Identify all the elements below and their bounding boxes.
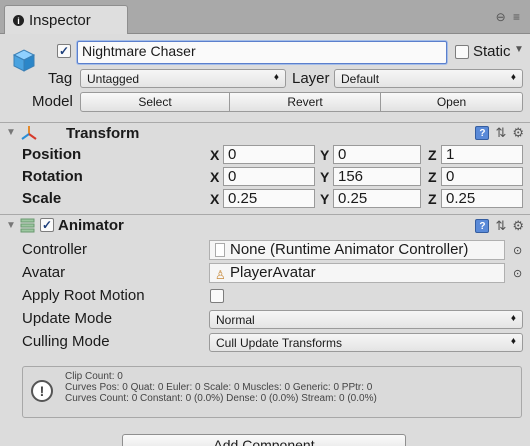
culling-mode-label: Culling Mode [22, 333, 110, 350]
culling-mode-dropdown[interactable]: Cull Update Transforms ♦ [209, 333, 523, 352]
model-open-button[interactable]: Open [380, 92, 523, 112]
rotation-label: Rotation [22, 168, 83, 185]
avatar-picker-icon[interactable]: ⊙ [513, 267, 522, 280]
info-line-curves-pos: Curves Pos: 0 Quat: 0 Euler: 0 Scale: 0 … [65, 382, 373, 393]
gameobject-cube-icon [10, 46, 38, 74]
object-name-field[interactable]: Nightmare Chaser [77, 41, 447, 64]
transform-help-icon[interactable]: ? [475, 126, 490, 140]
info-icon: i [13, 15, 24, 26]
controller-file-icon [215, 243, 225, 257]
layer-dropdown-arrow-icon: ♦ [510, 72, 516, 83]
position-label: Position [22, 146, 82, 163]
transform-title: Transform [66, 125, 140, 142]
animator-header[interactable]: ▼ ✓ Animator ? ⇅ ⚙ [0, 214, 530, 234]
update-mode-dropdown[interactable]: Normal ♦ [209, 310, 523, 329]
culling-mode-arrow-icon: ♦ [510, 336, 516, 347]
scale-y-axis: Y [320, 191, 330, 207]
culling-mode-value: Cull Update Transforms [216, 336, 343, 350]
position-x-field[interactable]: 0 [223, 145, 315, 164]
model-revert-button[interactable]: Revert [229, 92, 381, 112]
position-z-field[interactable]: 1 [441, 145, 523, 164]
tab-inspector[interactable]: i Inspector [4, 5, 128, 35]
rotation-x-axis: X [210, 169, 220, 185]
animator-help-icon[interactable]: ? [475, 219, 490, 233]
tag-dropdown[interactable]: Untagged ♦ [80, 69, 286, 88]
scale-z-axis: Z [428, 191, 437, 207]
avatar-person-icon: ♙ [215, 268, 226, 282]
model-label: Model [32, 93, 73, 110]
scale-label: Scale [22, 190, 62, 207]
info-text: Clip Count: 0 Curves Pos: 0 Quat: 0 Eule… [65, 371, 377, 404]
animator-enabled-checkbox[interactable]: ✓ [40, 218, 54, 232]
add-component-button[interactable]: Add Component [122, 434, 406, 446]
controller-value: None (Runtime Animator Controller) [230, 241, 469, 258]
tag-label: Tag [48, 70, 73, 87]
rotation-x-field[interactable]: 0 [223, 167, 315, 186]
avatar-field[interactable]: ♙ PlayerAvatar [209, 263, 505, 283]
layer-value: Default [341, 72, 380, 86]
inspector-tabbar: i Inspector ⊖ ≡ [0, 0, 530, 35]
transform-presets-icon[interactable]: ⇅ [495, 125, 506, 141]
position-z-axis: Z [428, 147, 437, 163]
static-label: Static [473, 43, 511, 60]
scale-y-field[interactable]: 0.25 [333, 189, 421, 208]
controller-picker-icon[interactable]: ⊙ [513, 244, 522, 257]
rotation-y-axis: Y [320, 169, 330, 185]
scale-z-field[interactable]: 0.25 [441, 189, 523, 208]
animator-component-icon [20, 217, 36, 236]
update-mode-value: Normal [216, 313, 255, 327]
tag-dropdown-arrow-icon: ♦ [273, 72, 279, 83]
alert-icon: ! [31, 380, 53, 402]
avatar-label: Avatar [22, 264, 66, 281]
transform-axes-icon [20, 124, 38, 145]
layer-dropdown[interactable]: Default ♦ [334, 69, 523, 88]
update-mode-label: Update Mode [22, 310, 113, 327]
avatar-value: PlayerAvatar [230, 264, 316, 281]
position-x-axis: X [210, 147, 220, 163]
animator-presets-icon[interactable]: ⇅ [495, 218, 506, 234]
controller-label: Controller [22, 241, 88, 258]
animator-foldout-icon[interactable]: ▼ [6, 220, 16, 231]
apply-root-motion-checkbox[interactable] [210, 289, 224, 303]
animator-title: Animator [58, 217, 124, 234]
position-y-axis: Y [320, 147, 330, 163]
tag-value: Untagged [87, 72, 140, 86]
model-select-button[interactable]: Select [80, 92, 230, 112]
animator-gear-icon[interactable]: ⚙ [512, 218, 524, 234]
info-line-clip-count: Clip Count: 0 [65, 371, 123, 382]
rotation-z-axis: Z [428, 169, 437, 185]
apply-root-motion-label: Apply Root Motion [22, 287, 145, 304]
layer-label: Layer [292, 70, 330, 87]
scale-x-axis: X [210, 191, 220, 207]
transform-foldout-icon[interactable]: ▼ [6, 127, 16, 138]
rotation-z-field[interactable]: 0 [441, 167, 523, 186]
tab-inspector-label: Inspector [29, 12, 91, 29]
scale-x-field[interactable]: 0.25 [223, 189, 315, 208]
transform-gear-icon[interactable]: ⚙ [512, 125, 524, 141]
rotation-y-field[interactable]: 156 [333, 167, 421, 186]
transform-header[interactable]: ▼ Transform ? ⇅ ⚙ [0, 122, 530, 142]
animator-info-box: ! Clip Count: 0 Curves Pos: 0 Quat: 0 Eu… [22, 366, 522, 418]
info-line-curves-count: Curves Count: 0 Constant: 0 (0.0%) Dense… [65, 393, 377, 404]
active-checkbox[interactable]: ✓ [57, 44, 71, 58]
update-mode-arrow-icon: ♦ [510, 313, 516, 324]
controller-field[interactable]: None (Runtime Animator Controller) [209, 240, 505, 260]
tab-menu-icon[interactable]: ⊖ ≡ [496, 10, 522, 24]
static-checkbox[interactable] [455, 45, 469, 59]
static-dropdown-arrow-icon[interactable]: ▼ [514, 44, 524, 55]
position-y-field[interactable]: 0 [333, 145, 421, 164]
